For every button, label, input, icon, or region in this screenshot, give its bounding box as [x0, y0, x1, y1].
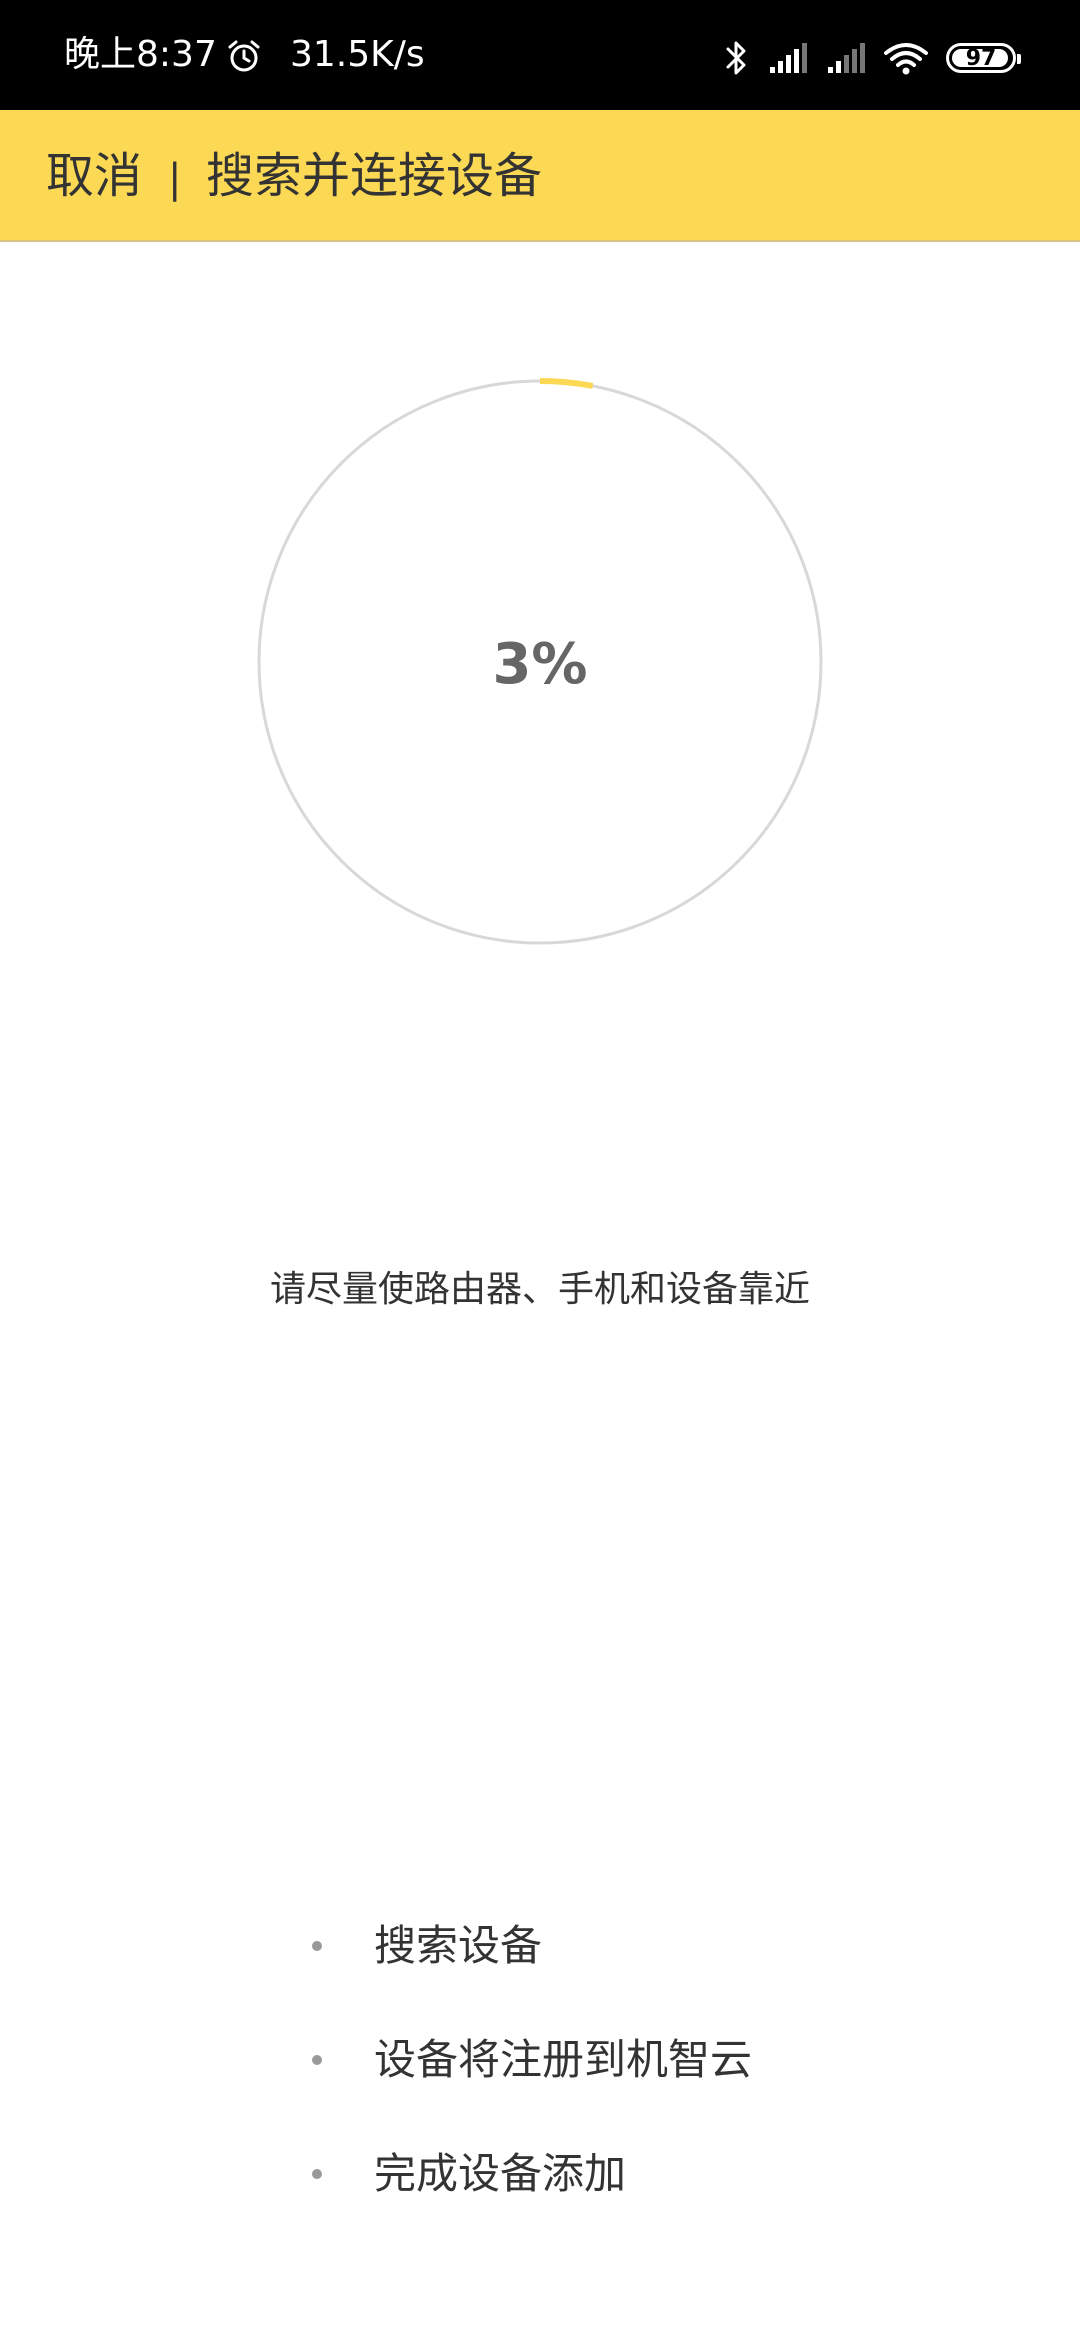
wifi-icon: [884, 41, 928, 75]
status-icons: 97: [724, 36, 1021, 80]
step-label: 设备将注册到机智云: [374, 2035, 753, 2084]
alarm-icon: [226, 38, 262, 74]
step-item: 设备将注册到机智云: [312, 2026, 752, 2140]
network-speed: 31.5K/s: [290, 34, 425, 75]
bullet-icon: [312, 2055, 322, 2065]
hint-text: 请尽量使路由器、手机和设备靠近: [269, 1269, 810, 1310]
page-title: 搜索并连接设备: [206, 148, 543, 204]
header: 取消 | 搜索并连接设备: [0, 110, 1080, 242]
status-time: 晚上8:37: [64, 34, 217, 75]
bullet-icon: [312, 2169, 322, 2179]
header-divider: |: [168, 156, 182, 202]
battery-level: 97: [965, 46, 997, 71]
progress-percent: 3%: [492, 632, 588, 697]
step-item: 搜索设备: [312, 1912, 752, 2026]
cancel-button[interactable]: 取消: [46, 146, 142, 206]
step-label: 搜索设备: [374, 1921, 543, 1970]
signal-icon: [826, 41, 866, 75]
signal-icon: [768, 41, 808, 75]
step-label: 完成设备添加: [374, 2149, 627, 2198]
status-bar: 晚上8:37 31.5K/s 97: [0, 0, 1080, 110]
battery-icon: 97: [946, 43, 1021, 73]
step-item: 完成设备添加: [312, 2140, 752, 2254]
steps-list: 搜索设备 设备将注册到机智云 完成设备添加: [312, 1912, 752, 2254]
bullet-icon: [312, 1941, 322, 1951]
bluetooth-icon: [724, 39, 750, 77]
progress-ring: 3%: [256, 378, 824, 946]
